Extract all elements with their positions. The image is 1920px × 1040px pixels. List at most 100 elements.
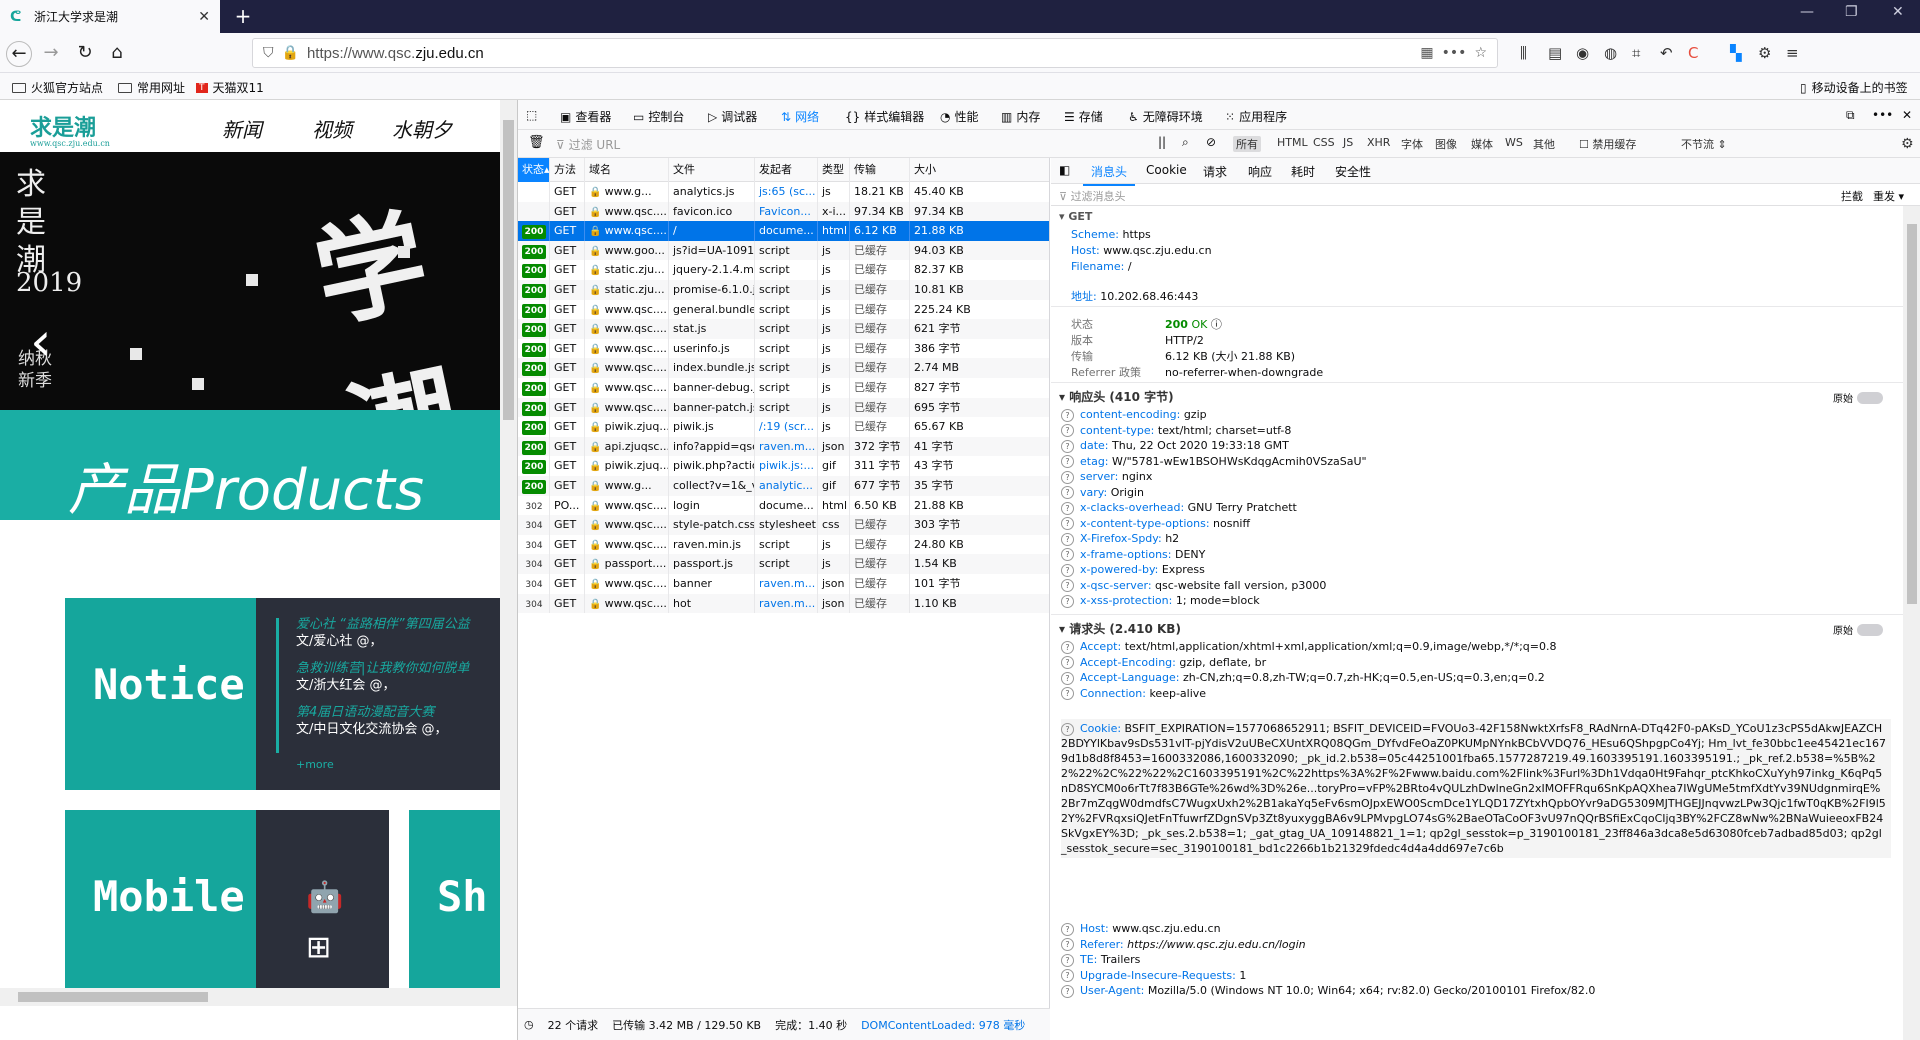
request-row[interactable]: 200 GET🔒 static.zju...jquery-2.1.4.mi...s…: [518, 260, 1049, 280]
filter-type-html[interactable]: HTML: [1274, 136, 1311, 149]
back-button[interactable]: ←: [6, 41, 32, 67]
minimize-button[interactable]: —: [1800, 4, 1814, 20]
filter-type-js[interactable]: JS: [1340, 136, 1356, 149]
request-headers-title[interactable]: ▾ 请求头 (2.410 KB): [1059, 620, 1181, 637]
url-text[interactable]: https://www.qsc.zju.edu.cn: [307, 45, 1412, 62]
help-icon[interactable]: ?: [1061, 671, 1074, 685]
help-icon[interactable]: ?: [1061, 594, 1074, 608]
tab-request[interactable]: 请求: [1203, 163, 1227, 180]
close-window-button[interactable]: ✕: [1892, 4, 1904, 20]
request-row[interactable]: 304 GET 🔒 www.qsc.... raven.min.js script js 已…: [518, 534, 1049, 555]
vertical-scrollbar[interactable]: [500, 100, 517, 1006]
help-icon[interactable]: ⓘ: [1211, 318, 1222, 331]
help-icon[interactable]: ?: [1061, 455, 1074, 468]
help-icon[interactable]: ?: [1061, 486, 1074, 499]
bookmark-item[interactable]: 常用网址: [118, 79, 185, 96]
tab-inspector[interactable]: ▣ 查看器: [560, 108, 611, 125]
tab-network[interactable]: ⇅ 网络: [774, 108, 826, 133]
nav-video[interactable]: 视频: [312, 114, 352, 143]
toggle-switch[interactable]: [1857, 391, 1883, 404]
scroll-thumb[interactable]: [503, 120, 514, 420]
nav-news[interactable]: 新闻: [222, 114, 262, 143]
resend-button[interactable]: 重发 ▾: [1873, 188, 1904, 204]
request-row[interactable]: 200 GET🔒 www.qsc....general.bundle....scr…: [518, 299, 1049, 320]
help-icon[interactable]: ?: [1061, 501, 1074, 515]
help-icon[interactable]: ?: [1061, 984, 1074, 998]
general-section-title[interactable]: ▾ GET: [1059, 210, 1092, 223]
help-icon[interactable]: ?: [1061, 640, 1074, 654]
raw-request-toggle[interactable]: 原始: [1833, 622, 1883, 637]
help-icon[interactable]: ?: [1061, 532, 1074, 546]
request-row[interactable]: 200 GET 🔒 www.qsc.... / docume... html 6.12 KB…: [518, 221, 1049, 241]
tab-debugger[interactable]: ▷ 调试器: [708, 108, 757, 125]
tab-security[interactable]: 安全性: [1335, 163, 1371, 180]
notice-item[interactable]: 第4届日语动漫配音大赛 文/中日文化交流协会 @，: [296, 704, 448, 738]
mobile-card[interactable]: Mobile: [65, 810, 256, 1002]
request-row[interactable]: 304 GET 🔒 passport.... passport.js script js 已…: [518, 554, 1049, 574]
notice-item[interactable]: 急救训练营|让我教你如何脱单 文/浙大红会 @，: [296, 660, 469, 694]
tab-performance[interactable]: ◔ 性能: [940, 108, 979, 125]
col-domain[interactable]: 域名: [585, 158, 669, 182]
help-icon[interactable]: ?: [1061, 687, 1074, 700]
request-row[interactable]: 304 GET 🔒 www.qsc.... banner raven.m... json 已…: [518, 574, 1049, 594]
shield-icon[interactable]: ⛉: [263, 45, 274, 61]
help-icon[interactable]: ?: [1061, 722, 1074, 736]
col-type[interactable]: 类型: [818, 158, 850, 182]
filter-type-css[interactable]: CSS: [1310, 136, 1338, 149]
tab-cookie[interactable]: Cookie: [1146, 163, 1187, 177]
undo-icon[interactable]: ↶: [1660, 44, 1673, 62]
reload-button[interactable]: ↻: [72, 41, 98, 67]
col-initiator[interactable]: 发起者: [755, 158, 818, 182]
notice-item[interactable]: 爱心社 “益路相伴”第四届公益 文/爱心社 @，: [296, 616, 470, 650]
request-row[interactable]: 200 GET 🔒 piwik.zjuq... piwik.js/:19 (scr..…: [518, 417, 1049, 437]
new-tab-button[interactable]: +: [232, 5, 254, 27]
filter-type-media[interactable]: 媒体: [1468, 136, 1496, 152]
bookmark-item[interactable]: 火狐官方站点: [12, 79, 103, 96]
disable-cache-checkbox[interactable]: ☐ 禁用缓存: [1576, 136, 1639, 152]
trash-icon[interactable]: 🗑: [528, 135, 545, 150]
windows-icon[interactable]: ⊞: [306, 930, 331, 965]
chat-icon[interactable]: ◍: [1604, 44, 1617, 62]
url-bar[interactable]: ⛉ 🔒 https://www.qsc.zju.edu.cn ▦ ••• ☆: [252, 38, 1498, 68]
filter-type-font[interactable]: 字体: [1398, 136, 1426, 152]
tab-accessibility[interactable]: ♿ 无障碍环境: [1128, 108, 1203, 125]
tab-headers[interactable]: 消息头: [1082, 163, 1136, 186]
help-icon[interactable]: ?: [1061, 922, 1074, 936]
filter-url-input[interactable]: ⊽ 过滤 URL: [556, 136, 620, 153]
close-devtools-icon[interactable]: ✕: [1902, 108, 1912, 122]
hero-banner[interactable]: 求是潮 2019 纳秋新季 学潮 ‹: [0, 152, 500, 410]
request-row[interactable]: 302 PO... 🔒 www.qsc.... login docume... html 6…: [518, 495, 1049, 516]
col-transfer[interactable]: 传输: [850, 158, 910, 182]
screenshot-icon[interactable]: ⌗: [1632, 44, 1640, 62]
pause-icon[interactable]: ||: [1158, 135, 1166, 149]
help-icon[interactable]: ?: [1061, 470, 1074, 484]
panel-toggle-icon[interactable]: ◧: [1059, 163, 1070, 177]
help-icon[interactable]: ?: [1061, 439, 1074, 453]
block-button[interactable]: 拦截: [1841, 188, 1863, 204]
more-link[interactable]: +more: [296, 758, 334, 771]
horizontal-scrollbar[interactable]: [0, 988, 500, 1006]
request-row[interactable]: 304 GET 🔒 www.qsc.... style-patch.css styles…: [518, 515, 1049, 535]
help-icon[interactable]: ?: [1061, 579, 1074, 592]
help-icon[interactable]: ?: [1061, 424, 1074, 437]
filter-type-all[interactable]: 所有: [1233, 136, 1261, 152]
block-icon[interactable]: ⊘: [1206, 135, 1216, 149]
restore-button[interactable]: ❐: [1845, 4, 1858, 20]
request-row[interactable]: 200 GET🔒 www.goo...js?id=UA-1091...script…: [518, 240, 1049, 261]
request-row[interactable]: 200 GET 🔒 www.qsc.... stat.js script js 已缓存 621…: [518, 319, 1049, 339]
extension-icon[interactable]: C: [1688, 44, 1698, 62]
sidebar-icon[interactable]: ▤: [1548, 44, 1562, 62]
scroll-thumb[interactable]: [18, 992, 208, 1002]
col-file[interactable]: 文件: [669, 158, 755, 182]
dock-icon[interactable]: ⧉: [1846, 108, 1855, 123]
share-card[interactable]: Sh: [409, 810, 500, 1002]
help-icon[interactable]: ?: [1061, 563, 1074, 577]
filter-type-ws[interactable]: WS: [1502, 136, 1526, 149]
home-button[interactable]: ⌂: [104, 41, 130, 67]
col-method[interactable]: 方法: [550, 158, 585, 182]
banner-prev-arrow-icon[interactable]: ‹: [30, 310, 52, 373]
request-row[interactable]: 304 GET 🔒 www.qsc.... hot raven.m... json 已缓存 1…: [518, 593, 1049, 614]
bookmark-item[interactable]: T 天猫双11: [196, 79, 264, 96]
tab-response[interactable]: 响应: [1248, 163, 1272, 180]
filter-type-other[interactable]: 其他: [1530, 136, 1558, 152]
